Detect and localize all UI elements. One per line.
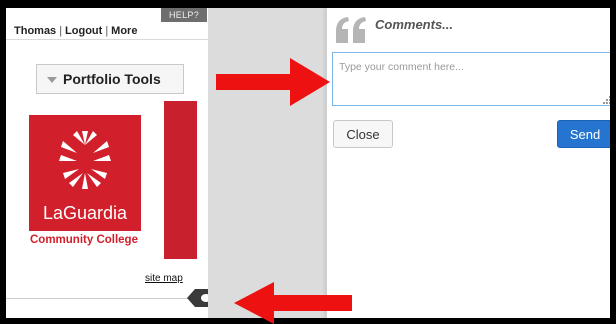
logo-wordmark: LaGuardia bbox=[42, 203, 128, 223]
laguardia-logo[interactable]: LaGuardia bbox=[29, 115, 141, 231]
top-bar: Thomas | Logout | More HELP? bbox=[6, 8, 208, 40]
more-link[interactable]: More bbox=[111, 25, 137, 37]
annotation-arrow-left bbox=[234, 282, 352, 324]
page-background bbox=[208, 8, 326, 318]
annotation-arrow-right bbox=[216, 58, 330, 106]
red-banner-strip bbox=[164, 101, 197, 259]
close-button[interactable]: Close bbox=[333, 120, 393, 148]
send-button[interactable]: Send bbox=[557, 120, 610, 148]
logout-link[interactable]: Logout bbox=[65, 25, 102, 37]
comment-input[interactable] bbox=[332, 52, 610, 106]
user-name-link[interactable]: Thomas bbox=[14, 25, 56, 37]
link-separator: | bbox=[105, 25, 109, 37]
college-name: Community College bbox=[30, 234, 138, 246]
sidebar: Thomas | Logout | More HELP? Portfolio Tools bbox=[6, 8, 208, 318]
resize-grip-icon[interactable] bbox=[603, 96, 610, 104]
site-map-link[interactable]: site map bbox=[145, 273, 183, 284]
link-separator: | bbox=[59, 25, 63, 37]
starburst-logo-icon bbox=[59, 131, 111, 189]
quote-icon bbox=[336, 17, 366, 43]
portfolio-tools-tab[interactable]: Portfolio Tools bbox=[36, 64, 184, 94]
screen-frame: Thomas | Logout | More HELP? Portfolio Tools bbox=[6, 8, 610, 318]
comments-title: Comments... bbox=[375, 17, 454, 32]
user-links: Thomas | Logout | More bbox=[14, 25, 137, 37]
comments-panel: Comments... Close Send bbox=[326, 8, 610, 318]
caret-down-icon bbox=[47, 77, 57, 83]
help-button[interactable]: HELP? bbox=[161, 8, 207, 22]
badge-pointer bbox=[187, 289, 195, 307]
sidebar-divider bbox=[6, 298, 208, 299]
portfolio-tools-label: Portfolio Tools bbox=[63, 71, 161, 87]
